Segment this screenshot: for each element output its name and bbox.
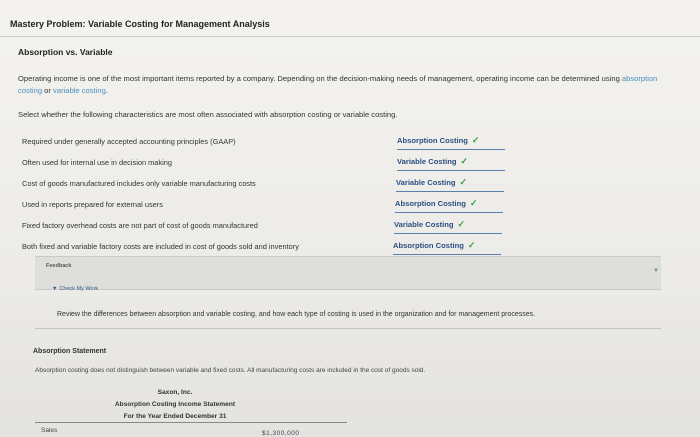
costing-select[interactable]: Variable Costing ✓ <box>394 219 502 234</box>
characteristic-row: Cost of goods manufactured includes only… <box>22 177 504 197</box>
costing-select[interactable]: Absorption Costing ✓ <box>395 198 503 213</box>
check-icon: ✓ <box>471 135 480 145</box>
characteristic-label: Both fixed and variable factory costs ar… <box>22 242 299 251</box>
characteristic-row: Required under generally accepted accoun… <box>22 135 505 155</box>
variable-costing-link[interactable]: variable costing <box>53 86 106 95</box>
check-icon: ✓ <box>457 219 466 229</box>
divider <box>0 36 700 37</box>
instruction-text: Select whether the following characteris… <box>18 110 398 119</box>
absorption-statement-heading: Absorption Statement <box>33 348 107 355</box>
costing-select[interactable]: Variable Costing ✓ <box>396 177 504 192</box>
characteristic-label: Often used for internal use in decision … <box>22 158 172 167</box>
check-icon: ✓ <box>459 177 468 187</box>
check-icon: ✓ <box>469 198 478 208</box>
check-my-work-label: Check My Work <box>59 286 99 292</box>
characteristic-row: Often used for internal use in decision … <box>22 156 505 176</box>
absorption-statement-description: Absorption costing does not distinguish … <box>35 367 426 374</box>
company-name: Saxon, Inc. <box>157 389 193 396</box>
check-my-work-toggle[interactable]: ▼ Check My Work <box>52 286 98 292</box>
characteristic-label: Fixed factory overhead costs are not par… <box>22 221 258 230</box>
page: Mastery Problem: Variable Costing for Ma… <box>0 0 700 437</box>
check-icon: ✓ <box>460 156 469 166</box>
costing-select[interactable]: Absorption Costing ✓ <box>393 240 501 255</box>
check-icon: ✓ <box>467 240 476 250</box>
costing-select[interactable]: Variable Costing ✓ <box>397 156 505 171</box>
statement-line-value: $1,300,000 <box>262 430 300 437</box>
collapse-triangle-icon: ▼ <box>52 286 58 292</box>
select-value: Absorption Costing <box>395 199 466 208</box>
characteristic-label: Required under generally accepted accoun… <box>22 137 236 146</box>
select-value: Variable Costing <box>397 157 457 166</box>
select-value: Absorption Costing <box>397 136 468 145</box>
select-value: Variable Costing <box>394 220 454 229</box>
page-title: Mastery Problem: Variable Costing for Ma… <box>10 19 270 29</box>
intro-text: Operating income is one of the most impo… <box>18 74 622 83</box>
section-heading: Absorption vs. Variable <box>18 47 113 57</box>
expand-triangle-icon[interactable]: ▼ <box>653 268 659 274</box>
costing-select[interactable]: Absorption Costing ✓ <box>397 135 505 150</box>
intro-paragraph: Operating income is one of the most impo… <box>18 73 683 97</box>
statement-divider <box>35 422 347 423</box>
characteristic-row: Fixed factory overhead costs are not par… <box>22 219 502 239</box>
select-value: Absorption Costing <box>393 241 464 250</box>
characteristic-label: Used in reports prepared for external us… <box>22 200 163 209</box>
characteristic-row: Used in reports prepared for external us… <box>22 198 503 218</box>
divider <box>35 328 661 329</box>
statement-line-label: Sales <box>41 427 58 434</box>
feedback-label: Feedback <box>46 263 72 269</box>
feedback-panel[interactable] <box>35 256 661 290</box>
statement-period: For the Year Ended December 31 <box>123 413 227 420</box>
characteristic-label: Cost of goods manufactured includes only… <box>22 179 256 188</box>
select-value: Variable Costing <box>396 178 456 187</box>
intro-text: . <box>105 86 108 95</box>
review-text: Review the differences between absorptio… <box>57 311 536 318</box>
statement-name: Absorption Costing Income Statement <box>114 401 236 408</box>
intro-text: or <box>42 86 54 95</box>
